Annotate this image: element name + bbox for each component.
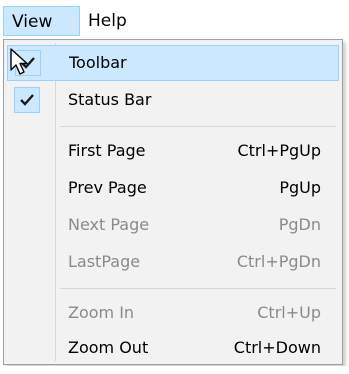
menu-item-label: Zoom In xyxy=(68,303,135,322)
menu-item-label: Status Bar xyxy=(68,90,152,109)
menu-item-shortcut: Ctrl+PgUp xyxy=(237,141,321,160)
menu-help[interactable]: Help xyxy=(88,6,148,36)
menu-item-label: Prev Page xyxy=(68,178,147,197)
menu-separator xyxy=(60,126,336,127)
checkmark-icon xyxy=(20,94,34,106)
menu-item-shortcut: Ctrl+Down xyxy=(233,338,321,357)
menu-item-label: First Page xyxy=(68,141,146,160)
menu-item-next-page[interactable]: Next Page PgDn xyxy=(7,208,339,244)
menu-item-zoom-out[interactable]: Zoom Out Ctrl+Down xyxy=(7,331,339,367)
view-menu-dropdown: Toolbar Status Bar First Page Ctrl+PgUp … xyxy=(3,39,343,365)
screen: View Help Toolbar Status Bar First Page … xyxy=(0,0,349,374)
menu-item-label: LastPage xyxy=(68,252,141,271)
menu-bar: View Help xyxy=(0,0,349,40)
menu-item-label: Toolbar xyxy=(69,53,127,72)
menu-item-zoom-in[interactable]: Zoom In Ctrl+Up xyxy=(7,296,339,332)
background-strip xyxy=(0,366,349,374)
menu-item-prev-page[interactable]: Prev Page PgUp xyxy=(7,171,339,207)
mouse-pointer-icon xyxy=(10,48,28,75)
menu-view[interactable]: View xyxy=(3,6,80,36)
menu-separator xyxy=(60,288,336,289)
menu-item-label: Zoom Out xyxy=(68,338,149,357)
menu-item-shortcut: PgUp xyxy=(279,178,321,197)
status-bar-check-box xyxy=(14,87,40,113)
menu-item-label: Next Page xyxy=(68,215,150,234)
menu-item-first-page[interactable]: First Page Ctrl+PgUp xyxy=(7,134,339,170)
menu-item-shortcut: PgDn xyxy=(278,215,321,234)
menu-item-last-page[interactable]: LastPage Ctrl+PgDn xyxy=(7,245,339,281)
menu-item-shortcut: Ctrl+PgDn xyxy=(236,252,321,271)
menu-item-toolbar[interactable]: Toolbar xyxy=(7,45,339,81)
menu-item-status-bar[interactable]: Status Bar xyxy=(7,83,339,119)
menu-item-shortcut: Ctrl+Up xyxy=(257,303,321,322)
